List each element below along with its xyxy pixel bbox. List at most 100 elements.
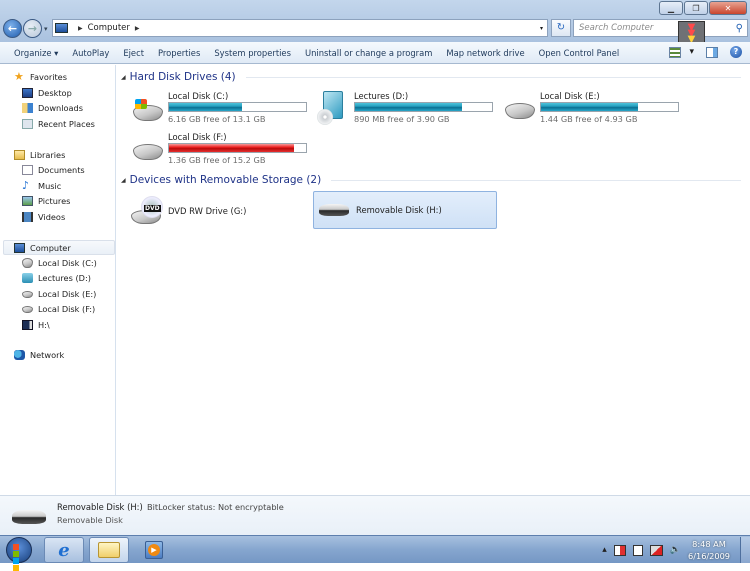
drive-usage-fill	[169, 144, 294, 152]
breadcrumb-separator[interactable]: ▶	[135, 25, 140, 32]
drive-name: Lectures (D:)	[354, 91, 409, 101]
close-button[interactable]: ✕	[709, 1, 747, 15]
sidebar-item-label: Local Disk (C:)	[38, 258, 97, 268]
action-center-icon[interactable]	[613, 544, 626, 556]
collapse-icon[interactable]: ◢	[121, 74, 126, 81]
content-pane: ◢ Hard Disk Drives (4) Local Disk (C:) 6…	[117, 65, 750, 495]
start-button[interactable]	[6, 537, 32, 571]
search-input[interactable]: Search Computer ⚲	[573, 19, 748, 37]
sidebar-item-label: Lectures (D:)	[38, 273, 91, 283]
removable-drive-icon	[22, 320, 33, 330]
clock-date: 6/16/2009	[688, 551, 730, 561]
search-icon[interactable]: ⚲	[736, 23, 743, 34]
sidebar-item-pictures[interactable]: Pictures	[22, 196, 70, 206]
taskbar-internet-explorer[interactable]: e	[44, 537, 84, 563]
drive-usage-fill	[355, 103, 462, 111]
device-item-dvd-g[interactable]: DVD DVD RW Drive (G:)	[129, 192, 309, 230]
sidebar-item-local-disk-e[interactable]: Local Disk (E:)	[22, 289, 96, 299]
taskbar-windows-explorer[interactable]	[89, 537, 129, 563]
group-header-label: Hard Disk Drives (4)	[129, 71, 236, 83]
breadcrumb-separator[interactable]: ▶	[78, 25, 83, 32]
volume-icon[interactable]: 🔈	[670, 545, 681, 555]
breadcrumb-computer[interactable]: Computer	[88, 23, 130, 33]
desktop-icon	[22, 88, 33, 98]
show-hidden-icons-button[interactable]: ▴	[602, 545, 607, 555]
sidebar-item-label: Videos	[38, 212, 66, 222]
eject-button[interactable]: Eject	[116, 48, 151, 58]
minimize-button[interactable]: ▁	[659, 1, 683, 15]
sidebar-item-local-disk-c[interactable]: Local Disk (C:)	[22, 258, 97, 268]
drive-usage-bar	[168, 143, 307, 153]
group-header-hard-disk-drives[interactable]: ◢ Hard Disk Drives (4)	[121, 71, 741, 83]
clock[interactable]: 8:48 AM 6/16/2009	[688, 538, 730, 562]
drive-usage-fill	[169, 103, 242, 111]
power-icon[interactable]	[632, 544, 643, 556]
sidebar-item-label: Recent Places	[38, 119, 95, 129]
uninstall-program-button[interactable]: Uninstall or change a program	[298, 48, 439, 58]
collapse-icon[interactable]: ◢	[121, 177, 126, 184]
system-tray: ▴ 🔈 8:48 AM 6/16/2009	[602, 536, 750, 564]
sidebar-item-favorites[interactable]: ★ Favorites	[14, 71, 67, 82]
properties-button[interactable]: Properties	[151, 48, 207, 58]
sidebar-item-network[interactable]: Network	[14, 350, 64, 360]
sidebar-item-libraries[interactable]: Libraries	[14, 150, 65, 160]
open-control-panel-button[interactable]: Open Control Panel	[532, 48, 627, 58]
autoplay-button[interactable]: AutoPlay	[65, 48, 116, 58]
drive-name: Local Disk (F:)	[168, 132, 227, 142]
hard-drive-icon	[503, 97, 537, 125]
search-placeholder: Search Computer	[579, 23, 654, 33]
group-divider	[331, 179, 741, 181]
title-bar: ▁ ❐ ✕ ← → ▾ ▶ Computer ▶ ▾ ↻ Search Comp…	[0, 0, 750, 46]
address-bar[interactable]: ▶ Computer ▶ ▾	[52, 19, 548, 37]
address-dropdown-button[interactable]: ▾	[540, 25, 543, 32]
sidebar-item-label: Music	[38, 181, 62, 191]
command-bar: Organize ▾ AutoPlay Eject Properties Sys…	[0, 42, 750, 64]
drive-usage-bar	[168, 102, 307, 112]
sidebar-item-desktop[interactable]: Desktop	[22, 88, 72, 98]
recent-pages-button[interactable]: ▾	[44, 25, 48, 33]
music-icon: ♪	[22, 179, 30, 192]
sidebar-item-h-drive[interactable]: H:\	[22, 320, 50, 330]
sidebar-item-documents[interactable]: Documents	[22, 165, 85, 175]
group-header-removable-storage[interactable]: ◢ Devices with Removable Storage (2)	[121, 174, 741, 186]
sidebar-item-computer[interactable]: Computer	[3, 240, 115, 255]
drive-item-e[interactable]: Local Disk (E:) 1.44 GB free of 4.93 GB	[503, 91, 683, 129]
preview-pane-icon[interactable]	[706, 46, 718, 58]
device-item-removable-h[interactable]: Removable Disk (H:)	[313, 191, 497, 229]
drive-item-f[interactable]: Local Disk (F:) 1.36 GB free of 15.2 GB	[131, 132, 311, 170]
sidebar-item-label: Pictures	[38, 196, 71, 206]
hard-drive-icon	[22, 305, 33, 313]
sidebar-item-label: Local Disk (E:)	[38, 289, 97, 299]
sidebar-item-label: Documents	[38, 165, 85, 175]
system-properties-button[interactable]: System properties	[207, 48, 298, 58]
dvd-badge: DVD	[144, 205, 161, 212]
drive-item-d[interactable]: Lectures (D:) 890 MB free of 3.90 GB	[317, 91, 497, 129]
change-view-icon[interactable]	[669, 46, 682, 58]
sidebar-item-lectures-d[interactable]: Lectures (D:)	[22, 273, 91, 283]
dvd-drive-icon: DVD	[129, 194, 165, 228]
sidebar-item-downloads[interactable]: Downloads	[22, 103, 83, 113]
sidebar-item-label: Favorites	[30, 72, 67, 82]
restore-button[interactable]: ❐	[684, 1, 708, 15]
back-button[interactable]: ←	[3, 19, 22, 38]
forward-button[interactable]: →	[23, 19, 42, 38]
drive-item-c[interactable]: Local Disk (C:) 6.16 GB free of 13.1 GB	[131, 91, 311, 129]
sidebar-item-local-disk-f[interactable]: Local Disk (F:)	[22, 304, 95, 314]
pictures-icon	[22, 196, 33, 206]
sidebar-item-videos[interactable]: Videos	[22, 212, 65, 222]
view-options-dropdown[interactable]: ▾	[689, 47, 694, 57]
taskbar-media-player[interactable]: ▶	[145, 541, 163, 559]
refresh-icon: ↻	[556, 22, 566, 33]
sidebar-item-label: Local Disk (F:)	[38, 304, 96, 314]
show-desktop-button[interactable]	[740, 537, 750, 563]
drive-free-space: 1.36 GB free of 15.2 GB	[168, 155, 266, 165]
details-item-name: Removable Disk (H:)	[57, 502, 143, 512]
dvd-drive-icon	[22, 273, 33, 283]
network-status-icon[interactable]	[649, 544, 663, 556]
sidebar-item-music[interactable]: ♪ Music	[22, 179, 62, 192]
map-network-drive-button[interactable]: Map network drive	[439, 48, 531, 58]
refresh-button[interactable]: ↻	[551, 19, 571, 37]
help-icon[interactable]: ?	[730, 46, 742, 58]
organize-button[interactable]: Organize ▾	[0, 48, 65, 58]
sidebar-item-recent-places[interactable]: Recent Places	[22, 119, 95, 129]
